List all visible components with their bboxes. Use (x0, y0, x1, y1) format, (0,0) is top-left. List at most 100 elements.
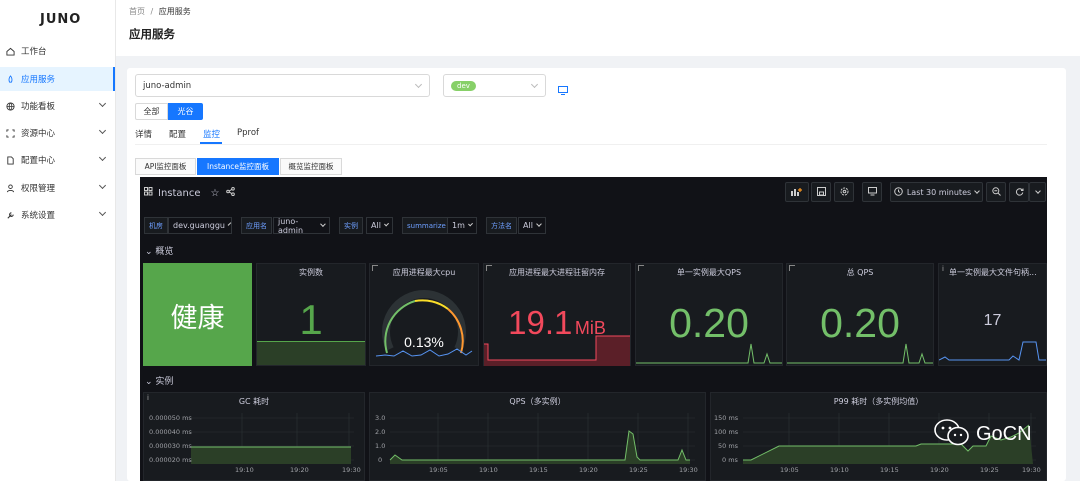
sidebar-item-settings[interactable]: 系统设置 (0, 203, 115, 227)
sidebar-item-label: 资源中心 (21, 129, 56, 139)
panel-title: 单一实例最大QPS (676, 268, 742, 277)
variable-select-app[interactable]: juno-admin (273, 217, 330, 235)
timeseries-panel-gc[interactable]: i GC 耗时 0.000050 ms 0.000040 ms 0.000030… (143, 392, 365, 481)
chevron-down-icon (974, 187, 980, 194)
y-tick: 0 (378, 456, 383, 464)
x-tick: 19:05 (780, 466, 799, 474)
refresh-interval-dropdown[interactable] (1029, 182, 1046, 202)
gauge-graphic (375, 290, 473, 357)
stat-panel-file-handles[interactable]: i 单一实例最大文件句柄... 17 (938, 263, 1047, 366)
y-tick: 2.0 (375, 428, 386, 436)
chevron-down-icon (98, 99, 107, 108)
add-panel-icon (791, 187, 803, 198)
tab-divider (135, 144, 1047, 145)
chevron-down-icon: ⌄ (145, 377, 153, 387)
clock-icon (894, 186, 903, 198)
variable-label-app: 应用名 (241, 217, 272, 234)
panel-title: P99 耗时（多实例均值） (833, 397, 924, 406)
stat-value: 健康 (170, 303, 225, 334)
app-select[interactable]: juno-admin (135, 74, 430, 97)
row-header-overview[interactable]: ⌄ 概览 (145, 244, 173, 257)
sidebar: JUNO 工作台 应用服务 功能看板 资源中心 配置中心 权限管理 系统设置 (0, 0, 116, 481)
env-select[interactable]: dev (443, 74, 546, 97)
variable-label-room: 机房 (144, 217, 168, 234)
breadcrumb-home[interactable]: 首页 (129, 7, 145, 16)
sidebar-item-dashboard[interactable]: 功能看板 (0, 94, 115, 118)
time-range-label: Last 30 minutes (906, 187, 972, 197)
sidebar-item-resources[interactable]: 资源中心 (0, 121, 115, 145)
tab-monitor[interactable]: 监控 (203, 128, 220, 140)
variable-select-summarize[interactable]: 1m (447, 217, 477, 234)
add-panel-button[interactable] (785, 182, 809, 202)
save-button[interactable] (811, 182, 831, 202)
star-icon[interactable]: ☆ (211, 188, 220, 199)
panel-title: 实例数 (299, 268, 323, 277)
env-tag: dev (451, 80, 476, 91)
x-tick: 19:10 (830, 466, 849, 474)
tv-mode-button[interactable] (862, 182, 882, 202)
wrench-icon (6, 211, 15, 220)
chevron-down-icon (227, 222, 232, 226)
dashboard-title[interactable]: Instance (158, 188, 201, 199)
stat-value: 0.20 (820, 300, 900, 346)
panel-title: 应用进程最大cpu (392, 268, 456, 277)
info-icon: i (942, 265, 944, 273)
chevron-down-icon (98, 208, 107, 217)
zone-guanggu-button[interactable]: 光谷 (168, 103, 203, 120)
variable-value: All (371, 221, 381, 230)
stat-value: 17 (983, 312, 1002, 329)
zone-all-button[interactable]: 全部 (135, 103, 168, 120)
x-tick: 19:05 (429, 466, 448, 474)
x-tick: 19:30 (1022, 466, 1041, 474)
sidebar-item-app-service[interactable]: 应用服务 (0, 67, 115, 91)
row-header-instance[interactable]: ⌄ 实例 (145, 374, 173, 387)
sidebar-item-label: 功能看板 (21, 102, 56, 112)
tab-api-dashboard[interactable]: API监控面板 (135, 158, 196, 175)
y-tick: 0.000040 ms (149, 428, 192, 436)
breadcrumb-current: 应用服务 (158, 7, 191, 16)
user-icon (6, 183, 15, 193)
tab-pprof[interactable]: Pprof (237, 128, 259, 138)
sidebar-item-config[interactable]: 配置中心 (0, 148, 115, 172)
tab-instance-dashboard[interactable]: Instance监控面板 (197, 158, 279, 175)
chevron-down-icon (467, 221, 473, 227)
settings-button[interactable] (834, 182, 854, 202)
chevron-down-icon: ⌄ (145, 247, 153, 257)
monitor-icon[interactable] (558, 86, 568, 98)
row-title: 概览 (155, 247, 174, 257)
variable-value: dev.guanggu (173, 221, 226, 230)
timeseries-graph (389, 413, 695, 464)
tab-overview-dashboard[interactable]: 概览监控面板 (280, 158, 342, 175)
sidebar-item-permissions[interactable]: 权限管理 (0, 176, 115, 200)
stat-panel-health[interactable]: 健康 (143, 263, 252, 366)
stat-panel-instance-count[interactable]: 实例数 1 (256, 263, 366, 366)
chevron-down-icon (414, 80, 423, 89)
file-icon (6, 155, 15, 165)
tab-details[interactable]: 详情 (135, 128, 152, 140)
chevron-down-icon (98, 153, 107, 162)
time-range-picker[interactable]: Last 30 minutes (890, 182, 983, 202)
dashboard-title-bar: Instance ☆ (144, 187, 235, 199)
breadcrumb-separator: / (150, 7, 154, 16)
sidebar-item-workbench[interactable]: 工作台 (0, 39, 115, 63)
panel-title: QPS（多实例） (509, 397, 566, 406)
tab-config[interactable]: 配置 (169, 128, 186, 140)
stat-panel-total-qps[interactable]: 总 QPS 0.20 (786, 263, 934, 366)
share-icon[interactable] (225, 187, 235, 199)
x-tick: 19:15 (529, 466, 548, 474)
zoom-out-icon (991, 186, 1001, 198)
variable-label-method: 方法名 (486, 217, 517, 234)
stat-panel-max-qps[interactable]: 单一实例最大QPS 0.20 (635, 263, 783, 366)
variable-select-method[interactable]: All (518, 217, 546, 234)
sparkline (939, 341, 1046, 361)
zoom-out-button[interactable] (986, 182, 1006, 202)
gauge-panel-cpu[interactable]: 应用进程最大cpu 0.13% (369, 263, 479, 366)
timeseries-panel-qps[interactable]: QPS（多实例） 3.0 2.0 1.0 0 19:05 19:10 19:15… (369, 392, 706, 481)
y-tick: 3.0 (375, 414, 386, 422)
x-tick: 19:30 (342, 466, 361, 474)
stat-panel-memory[interactable]: 应用进程最大进程驻留内存 19.1 MiB (483, 263, 631, 366)
variable-select-instance[interactable]: All (366, 217, 393, 234)
refresh-button[interactable] (1009, 182, 1029, 202)
save-icon (816, 186, 826, 198)
variable-select-room[interactable]: dev.guanggu (168, 217, 232, 234)
